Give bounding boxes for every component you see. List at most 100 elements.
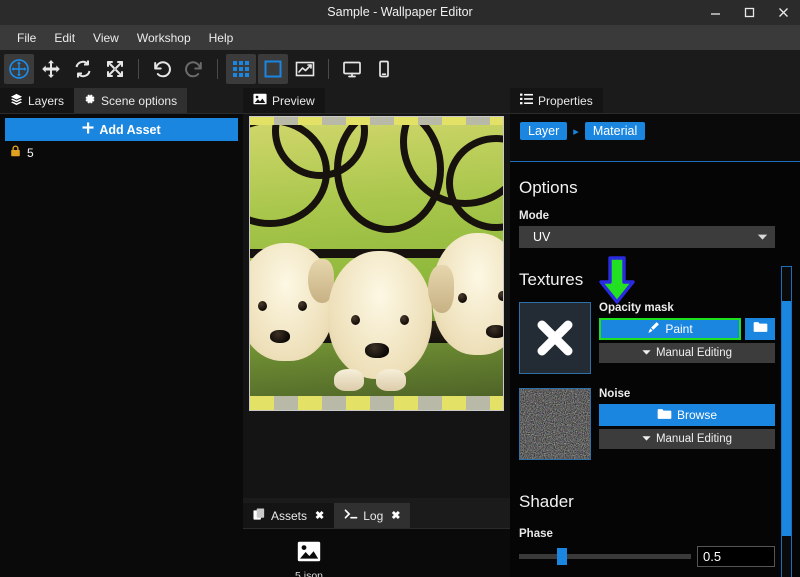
documents-icon [253,507,266,524]
menu-workshop[interactable]: Workshop [128,27,200,49]
puppy-center-eye [400,315,409,325]
tab-layers[interactable]: Layers [0,88,75,113]
transparency-band-bottom [250,396,503,410]
menu-edit[interactable]: Edit [45,27,84,49]
paint-button[interactable]: Paint [599,318,741,340]
mode-dropdown[interactable]: UV [519,226,775,248]
folder-icon [657,408,672,423]
brush-icon [647,321,660,337]
tab-assets-label: Assets [271,508,308,523]
maximize-button[interactable] [732,0,766,25]
layer-list-item[interactable]: 5 [0,141,243,160]
title-bar: Sample - Wallpaper Editor [0,0,800,25]
menu-file[interactable]: File [8,27,45,49]
tab-log-close-icon[interactable]: ✖ [391,509,400,522]
preview-area [243,113,510,498]
mode-label: Mode [519,210,550,222]
phase-slider-handle[interactable] [556,548,567,565]
tab-scene-options[interactable]: Scene options [74,88,188,113]
noise-thumbnail[interactable] [519,388,591,460]
lock-icon[interactable] [10,145,21,160]
left-panel-tabs: Layers Scene options [0,88,243,113]
move-tool-button[interactable] [36,54,66,84]
opacity-mask-button-row: Paint [599,318,775,340]
menu-help[interactable]: Help [200,27,243,49]
properties-scrollbar-thumb[interactable] [782,300,791,537]
scale-tool-button[interactable] [100,54,130,84]
grid-toggle-button[interactable] [226,54,256,84]
mobile-preview-button[interactable] [369,54,399,84]
puppy-right-nose [486,325,503,338]
tab-properties-label: Properties [538,93,593,108]
toolbar-separator [138,59,139,79]
tab-preview[interactable]: Preview [243,88,325,113]
toolbar [0,50,800,88]
undo-button[interactable] [147,54,177,84]
rotate-tool-button[interactable] [68,54,98,84]
section-title-shader: Shader [519,492,574,511]
properties-scrollbar[interactable] [781,266,792,577]
bottom-panel-tabs: Assets ✖ Log ✖ [243,503,510,528]
puppy-right-eye [498,291,503,301]
tab-assets-close-icon[interactable]: ✖ [315,509,324,522]
graph-toggle-button[interactable] [290,54,320,84]
tab-log-label: Log [363,508,384,523]
gear-icon [84,93,96,108]
puppy-center-paw [334,369,364,391]
wallpaper-render [250,125,503,405]
tab-log[interactable]: Log ✖ [334,503,411,528]
asset-item[interactable]: 5.json [279,541,339,577]
puppy-center [328,251,432,379]
menu-view[interactable]: View [84,27,128,49]
tab-preview-label: Preview [272,93,315,108]
bounds-toggle-button[interactable] [258,54,288,84]
minimize-button[interactable] [698,0,732,25]
puppy-center-paw [376,369,406,391]
phase-label: Phase [519,528,553,540]
opacity-mask-browse-button[interactable] [745,318,775,340]
breadcrumb-layer[interactable]: Layer [520,122,568,140]
opacity-mask-controls: Opacity mask Paint Manual Editing [599,302,775,374]
redo-button[interactable] [179,54,209,84]
plus-icon [82,122,94,137]
noise-browse-button[interactable]: Browse [599,404,775,426]
image-file-icon [297,541,321,567]
asset-label: 5.json [294,570,324,577]
toolbar-separator [328,59,329,79]
opacity-mask-thumbnail[interactable] [519,302,591,374]
assets-content: 5.json [243,528,510,577]
preview-image[interactable] [249,116,504,411]
puppy-center-eye [351,315,360,325]
desktop-preview-button[interactable] [337,54,367,84]
mode-value: UV [533,230,551,244]
opacity-mask-manual-editing-button[interactable]: Manual Editing [599,343,775,363]
puppy-left-eye [258,301,267,311]
phase-slider[interactable] [519,548,691,565]
layer-name: 5 [27,145,34,160]
center-panel: Preview Assets ✖ Log ✖ 5.json [243,88,510,577]
window-controls [698,0,800,25]
layers-icon [10,93,23,109]
noise-manual-label: Manual Editing [655,433,733,445]
properties-content: Layer ▸ Material Options Mode UV Texture… [510,113,800,577]
window-title: Sample - Wallpaper Editor [327,5,473,19]
tab-assets[interactable]: Assets ✖ [243,503,335,528]
tab-properties[interactable]: Properties [510,88,603,113]
add-asset-button[interactable]: Add Asset [5,118,238,141]
puppy-right-eye [458,293,467,303]
close-button[interactable] [766,0,800,25]
select-tool-button[interactable] [4,54,34,84]
puppy-left-nose [270,330,290,343]
section-title-options: Options [519,178,578,197]
noise-manual-editing-button[interactable]: Manual Editing [599,429,775,449]
list-icon [520,93,533,108]
right-panel: Properties Layer ▸ Material Options Mode… [510,88,800,577]
opacity-mask-manual-label: Manual Editing [655,347,733,359]
add-asset-label: Add Asset [99,122,161,137]
breadcrumb-material[interactable]: Material [584,122,646,140]
puppy-right-ear [428,265,454,313]
noise-browse-label: Browse [676,408,717,422]
noise-button-row: Browse [599,404,775,426]
menu-bar: File Edit View Workshop Help [0,25,800,50]
phase-value-input[interactable]: 0.5 [697,546,775,567]
